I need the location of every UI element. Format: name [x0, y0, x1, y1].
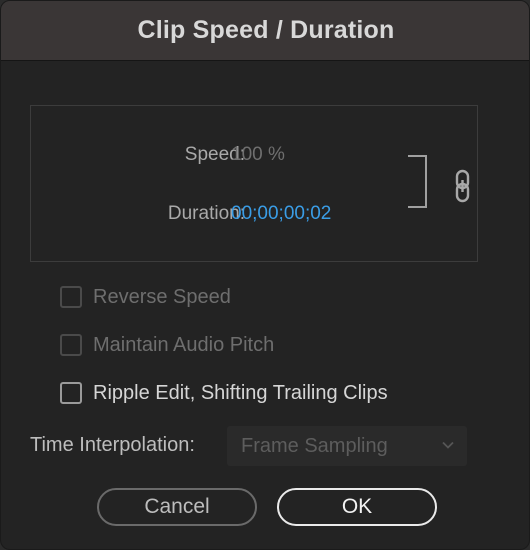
time-interpolation-label: Time Interpolation: [30, 434, 195, 456]
chain-link-icon[interactable] [451, 169, 475, 203]
ok-button[interactable]: OK [277, 488, 437, 526]
ripple-edit-option: Ripple Edit, Shifting Trailing Clips [60, 379, 388, 407]
speed-value: 100 % [231, 144, 285, 165]
clip-speed-duration-dialog: Clip Speed / Duration Speed: 100 % Durat… [0, 0, 530, 550]
link-bracket [408, 155, 427, 208]
speed-label: Speed: [184, 144, 245, 165]
maintain-audio-pitch-option: Maintain Audio Pitch [60, 331, 274, 359]
maintain-audio-pitch-label: Maintain Audio Pitch [93, 333, 275, 356]
ripple-edit-label[interactable]: Ripple Edit, Shifting Trailing Clips [93, 382, 388, 405]
time-interpolation-value: Frame Sampling [241, 435, 388, 457]
reverse-speed-label: Reverse Speed [93, 285, 231, 308]
reverse-speed-option: Reverse Speed [60, 283, 231, 311]
dialog-titlebar[interactable]: Clip Speed / Duration [1, 1, 529, 61]
ripple-edit-checkbox[interactable] [60, 382, 82, 404]
reverse-speed-checkbox[interactable] [60, 286, 82, 308]
duration-label: Duration: [167, 203, 245, 224]
maintain-audio-pitch-checkbox[interactable] [60, 334, 82, 356]
time-interpolation-select[interactable]: Frame Sampling [227, 426, 467, 466]
chevron-down-icon [442, 441, 454, 449]
speed-duration-panel: Speed: 100 % Duration: 00;00;00;02 [30, 105, 478, 262]
dialog-title: Clip Speed / Duration [137, 16, 395, 44]
cancel-button[interactable]: Cancel [97, 488, 257, 526]
duration-value[interactable]: 00;00;00;02 [231, 203, 331, 225]
